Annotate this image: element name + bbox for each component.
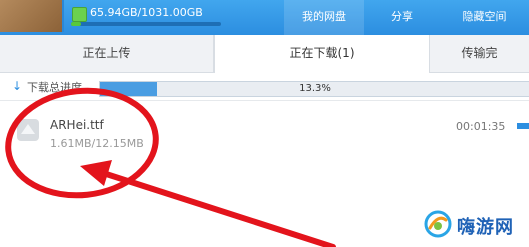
tab-transfer-complete[interactable]: 传输完 — [430, 35, 529, 72]
annotation-arrow-shaft — [97, 169, 336, 247]
storage-quota-fill — [71, 22, 81, 26]
tab-downloading[interactable]: 正在下载(1) — [214, 35, 430, 73]
total-progress-row: ↓ 下载总进度 13.3% — [0, 73, 529, 101]
total-progress-bar: 13.3% — [99, 81, 529, 97]
top-bar: 65.94GB/1031.00GB 我的网盘 分享 隐藏空间 — [0, 0, 529, 35]
avatar[interactable] — [0, 0, 64, 32]
download-arrow-icon: ↓ — [12, 79, 23, 93]
file-remaining-time: 00:01:35 — [456, 120, 506, 133]
tab-hidden-space[interactable]: 隐藏空间 — [440, 0, 529, 35]
storage-quota-text: 65.94GB/1031.00GB — [90, 6, 203, 19]
tab-share[interactable]: 分享 — [370, 0, 434, 35]
tab-uploading[interactable]: 正在上传 — [0, 35, 214, 72]
annotation-arrow-head — [80, 160, 112, 186]
transfer-tabs: 正在上传 正在下载(1) 传输完 — [0, 35, 529, 73]
tab-my-netdisk[interactable]: 我的网盘 — [284, 0, 364, 35]
total-progress-label: 下载总进度 — [27, 81, 82, 94]
file-progress-bar — [517, 123, 529, 129]
file-icon — [17, 119, 39, 141]
file-size: 1.61MB/12.15MB — [50, 137, 144, 150]
storage-quota-bar — [71, 22, 221, 26]
total-progress-percent: 13.3% — [299, 83, 331, 94]
watermark-logo-icon — [424, 210, 452, 238]
file-name: ARHei.ttf — [50, 118, 104, 132]
storage-icon — [72, 7, 87, 22]
watermark: 嗨游网 — [422, 204, 529, 247]
watermark-text: 嗨游网 — [457, 217, 514, 238]
